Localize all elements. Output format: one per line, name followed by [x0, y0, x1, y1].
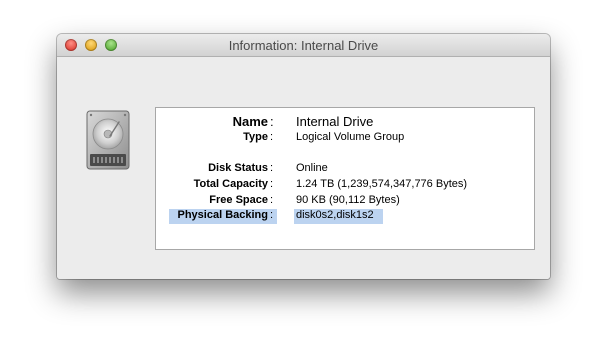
free-space-value: 90 KB (90,112 Bytes): [296, 194, 400, 206]
info-panel: Name : Internal Drive Type : Logical Vol…: [155, 107, 535, 250]
info-row-physical-backing[interactable]: Physical Backing : disk0s2,disk1s2: [156, 209, 534, 225]
free-space-separator: :: [270, 194, 274, 206]
type-label: Type: [243, 131, 268, 143]
total-capacity-label: Total Capacity: [193, 178, 268, 190]
disk-status-value: Online: [296, 162, 328, 174]
total-capacity-separator: :: [270, 178, 274, 190]
total-capacity-value: 1.24 TB (1,239,574,347,776 Bytes): [296, 178, 468, 190]
title-bar[interactable]: Information: Internal Drive: [57, 34, 550, 57]
physical-backing-label: Physical Backing: [177, 209, 269, 221]
info-row-disk-status: Disk Status : Online: [156, 162, 534, 178]
info-window: Information: Internal Drive Name: Inter…: [57, 34, 550, 279]
free-space-label: Free Space: [209, 194, 268, 206]
physical-backing-value: disk0s2,disk1s2: [296, 209, 374, 221]
window-title: Information: Internal Drive: [228, 38, 379, 53]
type-value: Logical Volume Group: [296, 131, 405, 143]
window-content: Name : Internal Drive Type : Logical Vol…: [57, 57, 550, 279]
info-row-type: Type : Logical Volume Group: [156, 131, 534, 147]
disk-status-separator: :: [270, 162, 274, 174]
info-row-total-capacity: Total Capacity : 1.24 TB (1,239,574,347,…: [156, 178, 534, 194]
info-row-name: Name : Internal Drive: [156, 114, 534, 130]
physical-backing-separator: :: [270, 209, 274, 221]
name-separator: :: [270, 114, 274, 129]
name-label: Name: [232, 114, 268, 129]
info-row-free-space: Free Space : 90 KB (90,112 Bytes): [156, 194, 534, 210]
name-value: Internal Drive: [296, 114, 374, 129]
type-separator: :: [270, 131, 274, 143]
disk-status-label: Disk Status: [208, 162, 268, 174]
hard-drive-icon: [86, 110, 130, 170]
